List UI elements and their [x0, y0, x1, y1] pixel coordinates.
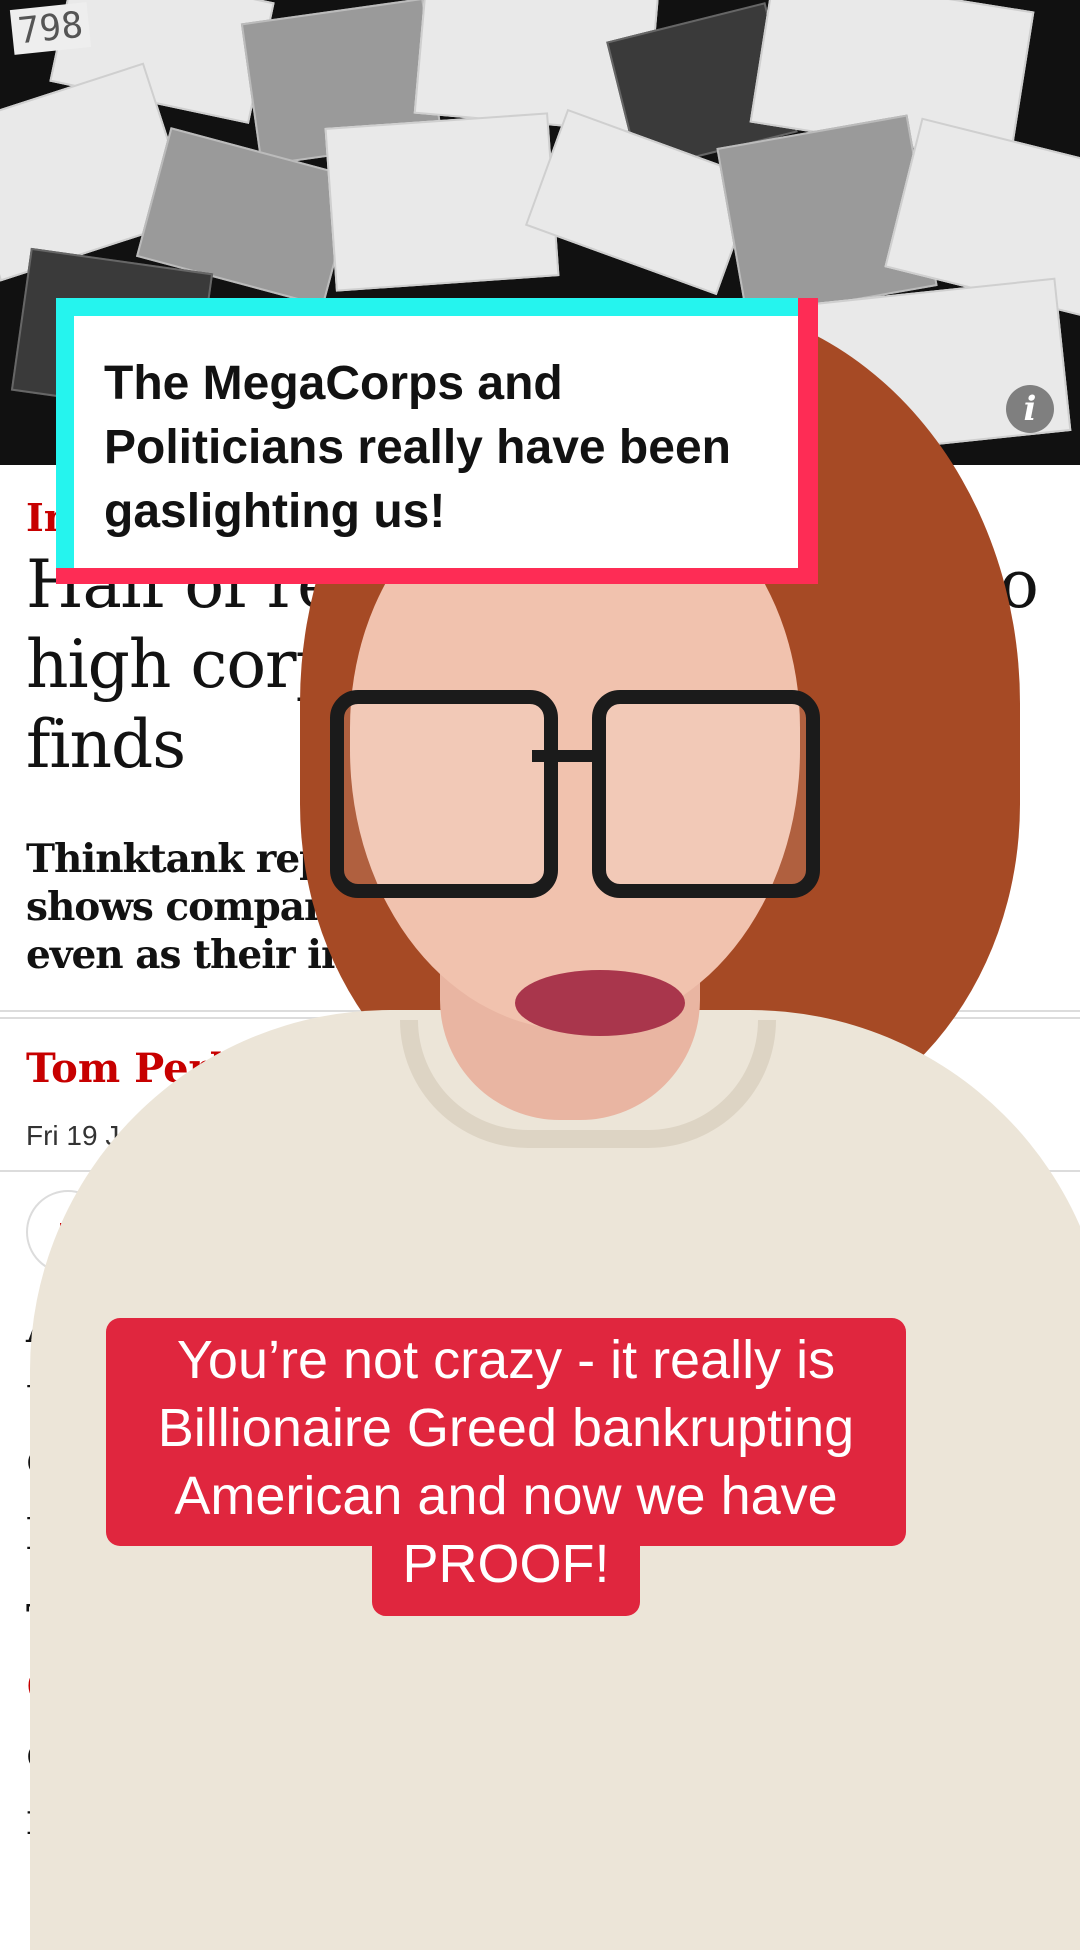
subtitle-line: You’re not crazy - it really is: [176, 1330, 836, 1390]
headline-fragment: ue to: [870, 546, 1039, 623]
author-byline[interactable]: Tom Perkins: [26, 1045, 304, 1092]
subtitle-line: American and now we have: [174, 1466, 838, 1526]
banknote-piece: [324, 112, 560, 292]
body-line: i: [26, 1794, 41, 1845]
publish-date: Fri 19 Jan 2024 06: [26, 1120, 260, 1151]
headline-line: finds: [26, 706, 186, 783]
body-line: co: [26, 1728, 78, 1779]
article-screenshot: In Half of re high corpo finds ue to t T…: [0, 465, 1080, 1920]
body-link[interactable]: G: [26, 1655, 1066, 1721]
subtitle-caption: You’re not crazy - it really is Billiona…: [106, 1326, 906, 1598]
standfirst-line: even as their infla: [26, 932, 403, 978]
subtitle-line: Billionaire Greed bankrupting: [157, 1398, 855, 1458]
title-caption: The MegaCorps and Politicians really hav…: [74, 316, 798, 568]
headline-fragment: t: [910, 626, 937, 703]
article-standfirst: Thinktank repor shows companies even as …: [26, 835, 1066, 979]
subtitle-line: PROOF!: [402, 1534, 610, 1594]
banknote-serial: 798: [9, 2, 92, 55]
divider: [0, 1017, 1080, 1019]
twitter-share-button[interactable]: 🐦: [120, 1190, 204, 1274]
facebook-share-button[interactable]: f: [26, 1190, 110, 1274]
divider: [0, 1170, 1080, 1172]
standfirst-line: shows companies: [26, 884, 391, 930]
info-icon[interactable]: i: [1006, 385, 1054, 433]
divider: [0, 1010, 1080, 1012]
standfirst-line: Thinktank repor: [26, 836, 371, 882]
